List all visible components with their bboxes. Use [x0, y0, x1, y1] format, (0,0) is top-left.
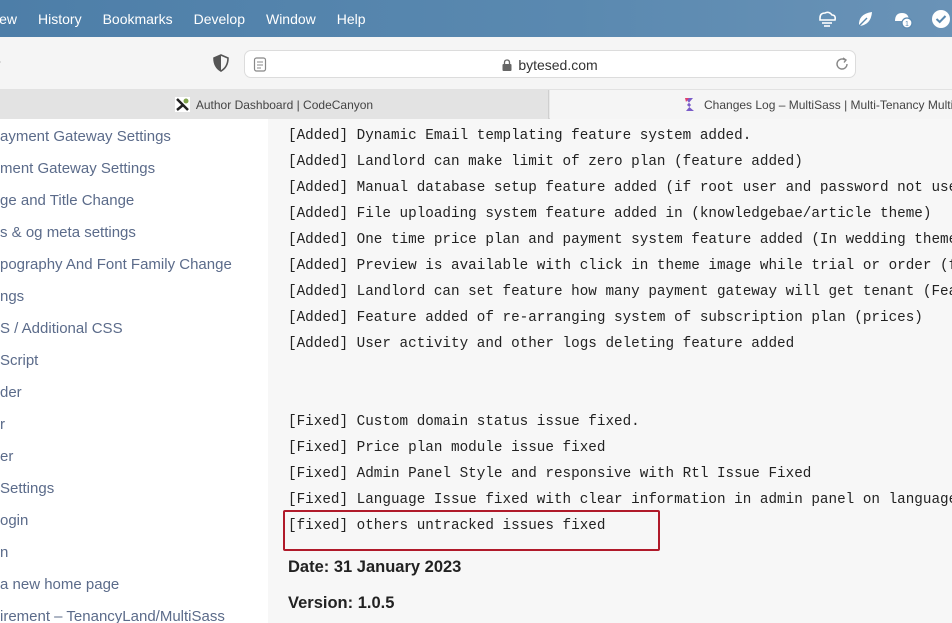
sidebar-item[interactable]: ngs: [0, 288, 24, 305]
changelog-added-line: [Added] User activity and other logs del…: [288, 336, 795, 352]
changelog-added-line: [Added] Dynamic Email templating feature…: [288, 128, 752, 144]
sidebar-item[interactable]: a new home page: [0, 576, 119, 593]
svg-text:1: 1: [905, 21, 909, 28]
version-heading: Version: 1.0.5: [288, 594, 395, 612]
sidebar-item[interactable]: r: [0, 416, 5, 433]
reload-icon[interactable]: [834, 56, 850, 72]
sidebar-item[interactable]: der: [0, 384, 22, 401]
changelog-fixed-line: [Fixed] Admin Panel Style and responsive…: [288, 466, 812, 482]
sidebar-item[interactable]: er: [0, 448, 13, 465]
sidebar-item[interactable]: ogin: [0, 512, 28, 529]
highlight-annotation-box: [283, 510, 660, 551]
changelog-added-line: [Added] File uploading system feature ad…: [288, 206, 932, 222]
sidebar-item[interactable]: S / Additional CSS: [0, 320, 123, 337]
multisass-favicon-icon: [683, 97, 698, 112]
changelog-added-line: [Added] Feature added of re-arranging sy…: [288, 310, 923, 326]
changelog-added-line: [Added] Landlord can make limit of zero …: [288, 154, 803, 170]
changelog-content: [Added] Dynamic Email templating feature…: [268, 119, 952, 623]
menu-develop[interactable]: Develop: [194, 11, 245, 27]
sidebar-item[interactable]: n: [0, 544, 8, 561]
tab-bar: Author Dashboard | CodeCanyon Changes Lo…: [0, 90, 952, 119]
sidebar-item[interactable]: irement – TenancyLand/MultiSass: [0, 608, 225, 623]
menu-help[interactable]: Help: [337, 11, 366, 27]
menu-bar: iew History Bookmarks Develop Window Hel…: [0, 0, 952, 37]
codecanyon-favicon-icon: [174, 97, 190, 112]
cloud-sync-icon[interactable]: [816, 8, 838, 30]
changelog-fixed-line: [Fixed] Custom domain status issue fixed…: [288, 414, 640, 430]
sidebar-item[interactable]: ayment Gateway Settings: [0, 128, 171, 145]
privacy-shield-icon[interactable]: [212, 54, 230, 72]
tab-title: Changes Log – MultiSass | Multi-Tenancy …: [704, 97, 952, 112]
sidebar-item[interactable]: ment Gateway Settings: [0, 160, 155, 177]
sidebar-item[interactable]: s & og meta settings: [0, 224, 136, 241]
notification-icon[interactable]: 1: [892, 8, 914, 30]
menu-history[interactable]: History: [38, 11, 82, 27]
forward-arrow-icon[interactable]: ›: [0, 53, 1, 71]
changelog-added-line: [Added] Preview is available with click …: [288, 258, 952, 274]
tab-author-dashboard[interactable]: Author Dashboard | CodeCanyon: [0, 90, 549, 119]
tab-title: Author Dashboard | CodeCanyon: [195, 97, 374, 112]
date-heading: Date: 31 January 2023: [288, 558, 462, 576]
sidebar-item[interactable]: ge and Title Change: [0, 192, 134, 209]
toc-sidebar: ayment Gateway Settings ment Gateway Set…: [0, 119, 268, 623]
changelog-added-line: [Added] Manual database setup feature ad…: [288, 180, 952, 196]
menu-bookmarks[interactable]: Bookmarks: [103, 11, 173, 27]
changelog-fixed-line: [Fixed] Price plan module issue fixed: [288, 440, 606, 456]
sidebar-item[interactable]: pography And Font Family Change: [0, 256, 232, 273]
sidebar-item[interactable]: Script: [0, 352, 38, 369]
tab-changes-log[interactable]: Changes Log – MultiSass | Multi-Tenancy …: [550, 90, 952, 119]
leaf-icon[interactable]: [854, 8, 876, 30]
url-display: bytesed.com: [245, 57, 855, 73]
url-text: bytesed.com: [518, 57, 598, 73]
address-bar[interactable]: bytesed.com: [244, 50, 856, 78]
sidebar-item[interactable]: Settings: [0, 480, 54, 497]
check-circle-icon[interactable]: [930, 8, 952, 30]
changelog-fixed-line: [Fixed] Language Issue fixed with clear …: [288, 492, 952, 508]
lock-icon: [502, 58, 512, 71]
changelog-added-line: [Added] Landlord can set feature how man…: [288, 284, 952, 300]
menu-view[interactable]: iew: [0, 11, 17, 27]
changelog-added-line: [Added] One time price plan and payment …: [288, 232, 952, 248]
status-icons: 1: [800, 0, 952, 37]
browser-toolbar: › bytesed.com: [0, 37, 952, 90]
menu-window[interactable]: Window: [266, 11, 316, 27]
